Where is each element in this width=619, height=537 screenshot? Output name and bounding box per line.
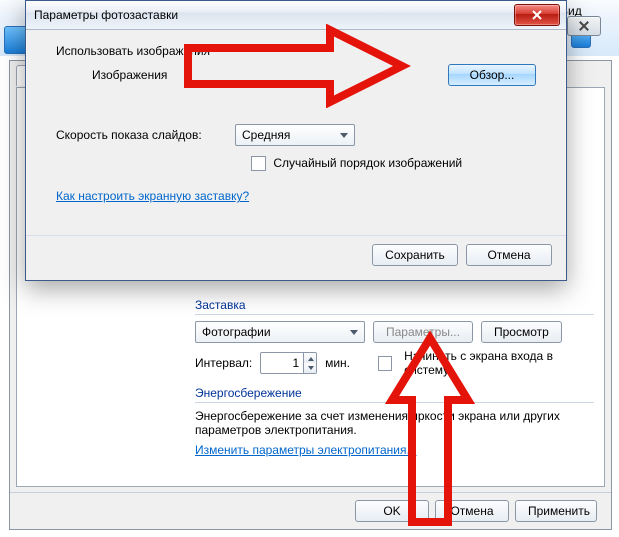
dialog-body: Использовать изображения Изображения Обз… <box>26 30 566 235</box>
speed-label: Скорость показа слайдов: <box>56 128 221 142</box>
dialog-title: Параметры фотозаставки <box>34 8 178 22</box>
preview-button[interactable]: Просмотр <box>481 321 562 343</box>
apply-button[interactable]: Применить <box>515 500 597 522</box>
divider <box>195 402 594 403</box>
bottom-bar: OK Отмена Применить <box>10 492 611 529</box>
group-title: Заставка <box>195 298 594 312</box>
parent-close-button[interactable] <box>567 16 601 36</box>
dialog-buttons: Сохранить Отмена <box>26 235 566 280</box>
images-label: Изображения <box>56 68 257 82</box>
help-link[interactable]: Как настроить экранную заставку? <box>56 189 249 203</box>
dialog-cancel-button[interactable]: Отмена <box>466 244 552 266</box>
divider <box>195 314 594 315</box>
ok-button[interactable]: OK <box>355 500 429 522</box>
use-images-label: Использовать изображения <box>56 44 536 58</box>
interval-input[interactable] <box>261 354 303 372</box>
interval-label: Интервал: <box>195 356 252 370</box>
close-icon <box>532 10 542 20</box>
speed-select-wrap[interactable]: Средняя <box>235 124 355 146</box>
interval-stepper[interactable] <box>260 352 317 374</box>
save-button[interactable]: Сохранить <box>372 244 458 266</box>
photo-screensaver-dialog: Параметры фотозаставки Использовать изоб… <box>25 0 567 281</box>
group-power: Энергосбережение Энергосбережение за сче… <box>195 386 594 457</box>
random-label: Случайный порядок изображений <box>273 156 462 170</box>
dialog-close-button[interactable] <box>514 4 560 26</box>
cancel-button[interactable]: Отмена <box>435 500 509 522</box>
group-screensaver: Заставка Фотографии Параметры... Просмот… <box>195 298 594 383</box>
logon-label: Начинать с экрана входа в систему <box>404 349 594 377</box>
spin-up-icon[interactable] <box>304 353 317 363</box>
screensaver-select-wrap[interactable]: Фотографии <box>195 321 365 343</box>
browse-button[interactable]: Обзор... <box>448 64 536 86</box>
speed-select[interactable]: Средняя <box>235 124 355 146</box>
power-desc: Энергосбережение за счет изменения яркос… <box>195 409 594 437</box>
group-title: Энергосбережение <box>195 386 594 400</box>
random-checkbox[interactable] <box>251 156 266 171</box>
screensaver-select[interactable]: Фотографии <box>195 321 365 343</box>
logon-checkbox[interactable] <box>378 356 393 371</box>
settings-button[interactable]: Параметры... <box>373 321 473 343</box>
dialog-titlebar[interactable]: Параметры фотозаставки <box>26 1 566 30</box>
spin-down-icon[interactable] <box>304 363 317 373</box>
power-link[interactable]: Изменить параметры электропитания... <box>195 443 416 457</box>
interval-unit: мин. <box>325 356 350 370</box>
